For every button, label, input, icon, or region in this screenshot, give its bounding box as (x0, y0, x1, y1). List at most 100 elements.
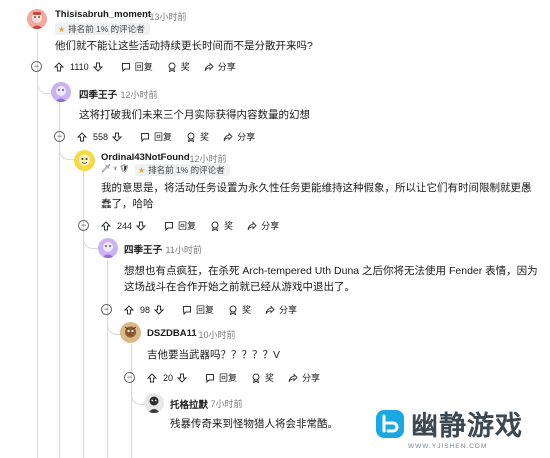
award-icon (168, 62, 176, 72)
comment-actions: − 558 回复 奖 分享 (54, 130, 269, 143)
share-button[interactable]: 分享 (223, 130, 255, 143)
comment-username[interactable]: Thisisabruh_moment (55, 9, 151, 20)
thread-line (131, 344, 132, 458)
vote-count: 20 (163, 372, 174, 383)
comment-actions: − 1110 回复 奖 分享 (31, 60, 250, 73)
vote-group: 20 (147, 373, 191, 383)
collapse-icon[interactable]: − (124, 372, 135, 383)
downvote-icon[interactable] (92, 62, 103, 72)
vote-group: 1110 (54, 62, 107, 72)
vote-group: 558 (77, 132, 126, 142)
award-label: 奖 (200, 132, 210, 142)
award-button[interactable]: 奖 (210, 219, 233, 232)
vote-count: 1110 (70, 61, 89, 72)
downvote-icon[interactable] (136, 221, 147, 231)
upvote-icon[interactable] (54, 61, 64, 72)
downvote-icon[interactable] (177, 373, 188, 383)
comment-time: · 7小时前 (205, 399, 243, 409)
reply-button[interactable]: 回复 (140, 130, 172, 143)
share-label: 分享 (302, 373, 321, 383)
comment-actions: − 20 回复 奖 分享 (124, 371, 334, 384)
comment-text: 想想也有点疯狂，在杀死 Arch-tempered Uth Duna 之后你将无… (124, 265, 538, 293)
downvote-icon[interactable] (112, 132, 123, 142)
watermark-logo: 幽静游戏 (373, 404, 523, 443)
upvote-icon[interactable] (147, 372, 157, 383)
comment-time: · 11小时前 (160, 245, 202, 255)
share-icon (223, 131, 233, 141)
reply-icon (121, 62, 130, 72)
comment-actions: − 244 回复 奖 分享 (78, 219, 293, 232)
comment-username[interactable]: Ordinal43NotFound (101, 152, 190, 163)
avatar[interactable] (27, 9, 47, 29)
thread-line (107, 260, 108, 458)
comment-actions: − 98 回复 奖 分享 (101, 303, 311, 316)
comment-time: · 13小时前 (144, 12, 187, 22)
share-button[interactable]: 分享 (204, 60, 236, 73)
upvote-icon[interactable] (101, 220, 111, 231)
share-button[interactable]: 分享 (265, 303, 297, 316)
collapse-icon[interactable]: − (54, 131, 65, 142)
thread-line (37, 32, 38, 458)
share-button[interactable]: 分享 (247, 219, 279, 232)
watermark-url: WWW.YJISHEN.COM (408, 443, 488, 450)
avatar[interactable] (51, 82, 71, 102)
vote-count: 98 (140, 304, 151, 315)
vote-group: 98 (124, 305, 168, 315)
thread-connector (131, 390, 145, 405)
reply-button[interactable]: 回复 (164, 219, 196, 232)
award-icon (187, 132, 195, 142)
share-label: 分享 (217, 62, 236, 72)
comment-username[interactable]: 四季王子 (79, 87, 117, 101)
star-icon: ★ (58, 25, 66, 34)
logo-icon (376, 409, 404, 438)
upvote-icon[interactable] (124, 304, 134, 315)
award-label: 奖 (265, 373, 275, 383)
thread-connector (83, 235, 99, 249)
comment-text: 残暴传奇来到怪物猎人将会非常酷。 (170, 418, 338, 430)
reply-button[interactable]: 回复 (205, 371, 237, 384)
collapse-icon[interactable]: − (78, 220, 89, 231)
comment-time: · 10小时前 (193, 330, 236, 340)
avatar[interactable] (144, 393, 164, 413)
comment-username[interactable]: 托格拉默 (170, 397, 208, 411)
award-icon (252, 373, 260, 383)
reply-button[interactable]: 回复 (182, 303, 214, 316)
upvote-icon[interactable] (77, 131, 87, 142)
avatar[interactable] (98, 238, 118, 258)
reply-label: 回复 (154, 132, 173, 142)
reply-button[interactable]: 回复 (121, 60, 153, 73)
comment-time: · 12小时前 (115, 90, 158, 100)
thread-line (83, 170, 84, 458)
share-label: 分享 (279, 305, 298, 315)
reply-icon (165, 221, 174, 231)
award-label: 奖 (180, 62, 190, 72)
award-button[interactable]: 奖 (251, 371, 274, 384)
award-button[interactable]: 奖 (228, 303, 251, 316)
share-icon (265, 304, 275, 314)
award-button[interactable]: 奖 (186, 130, 209, 143)
award-label: 奖 (242, 305, 252, 315)
reply-label: 回复 (178, 221, 197, 231)
collapse-icon[interactable]: − (31, 61, 42, 72)
share-icon (204, 61, 214, 71)
comment-username[interactable]: DSZDBA11 (147, 328, 197, 339)
avatar[interactable] (120, 322, 141, 343)
comment-username[interactable]: 四季王子 (124, 242, 162, 256)
comment-text: 吉他要当武器吗？？？？？V (147, 349, 281, 361)
badge-label: 排名前 1% 的评论者 (148, 165, 225, 175)
vote-group: 244 (101, 221, 150, 231)
reply-icon (206, 373, 215, 383)
badge-label: 排名前 1% 的评论者 (68, 24, 145, 34)
reply-icon (141, 132, 150, 142)
top-commenter-badge: ★ 排名前 1% 的评论者 (135, 164, 230, 176)
star-icon: ★ (138, 166, 146, 175)
reply-label: 回复 (196, 305, 215, 315)
top-commenter-badge: ★ 排名前 1% 的评论者 (55, 23, 150, 35)
award-button[interactable]: 奖 (167, 60, 190, 73)
collapse-icon[interactable]: − (101, 304, 112, 315)
share-icon (247, 220, 257, 230)
downvote-icon[interactable] (154, 305, 165, 315)
share-button[interactable]: 分享 (288, 371, 320, 384)
user-flair: 🗡♆🛡 (101, 164, 131, 173)
avatar[interactable] (74, 150, 95, 171)
